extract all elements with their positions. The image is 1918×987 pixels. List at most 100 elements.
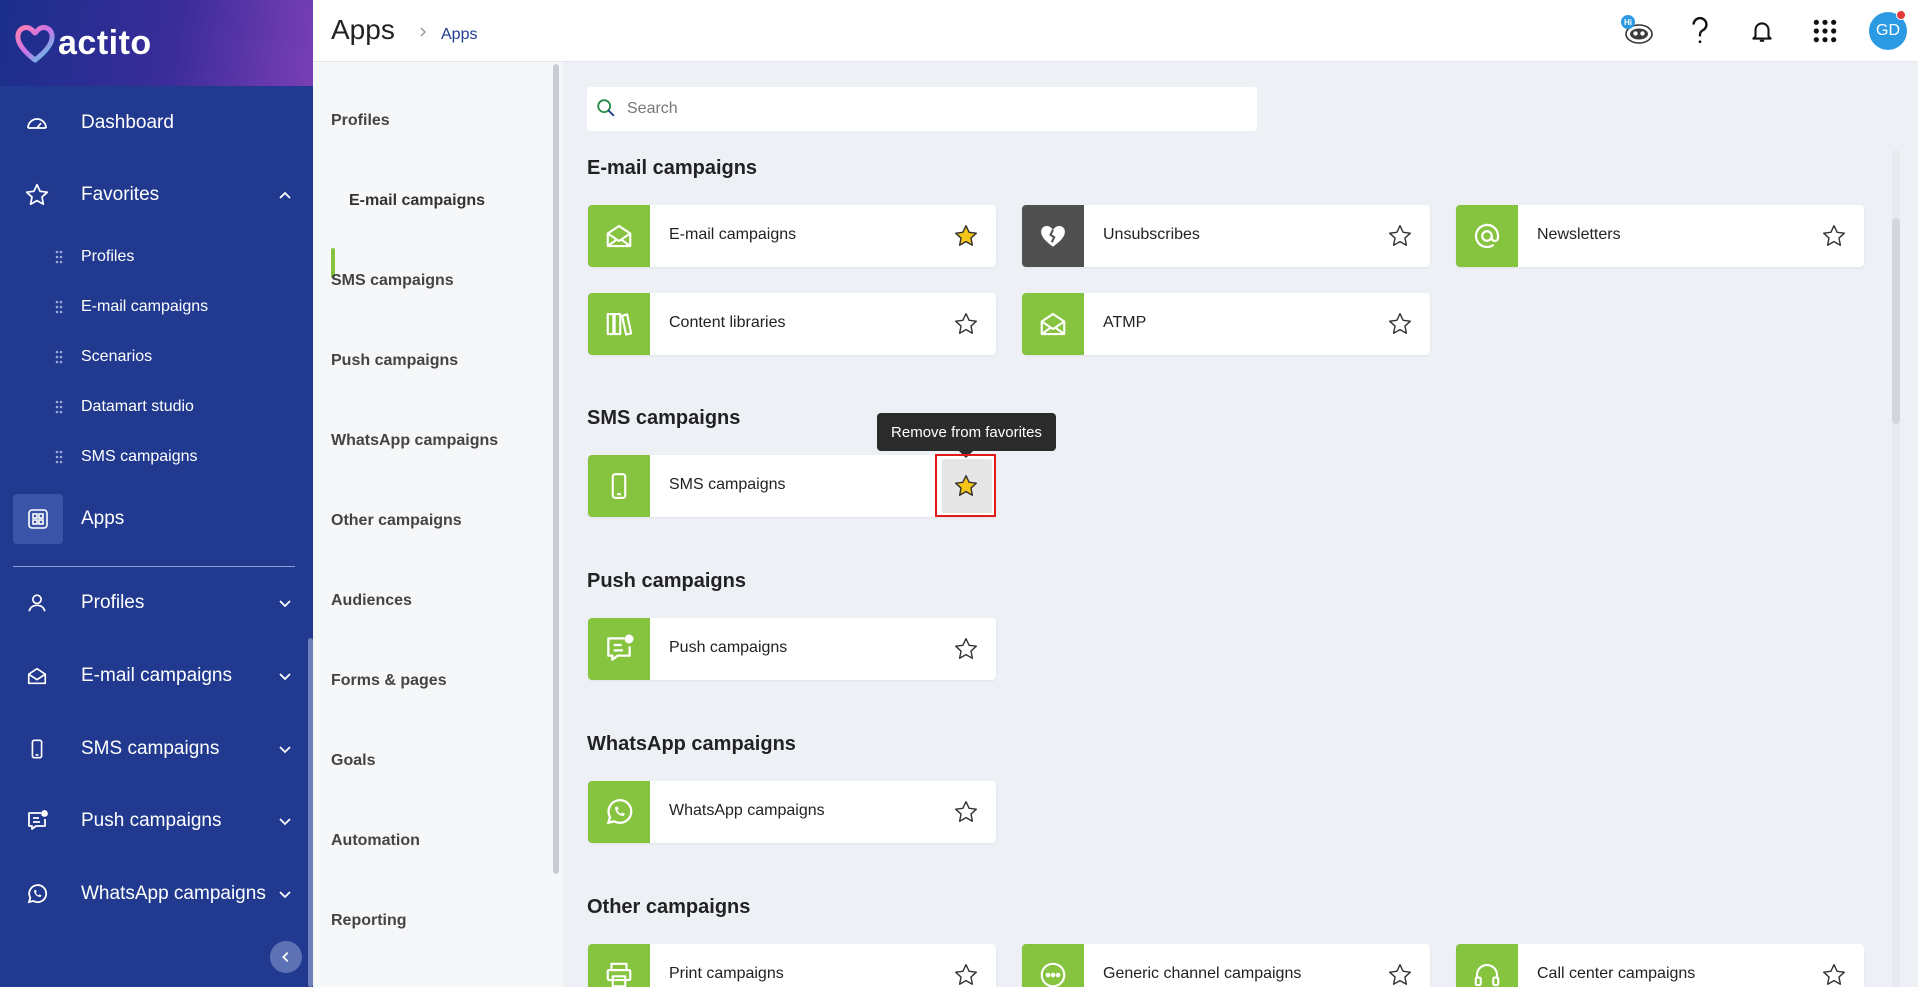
favorite-star-button[interactable]: [950, 308, 982, 340]
category-audiences[interactable]: Audiences: [331, 592, 412, 610]
drag-handle-icon[interactable]: [55, 400, 63, 414]
star-outline-icon: [1823, 225, 1845, 246]
category-scrollbar[interactable]: [553, 64, 559, 874]
chevron-up-icon[interactable]: [277, 187, 293, 203]
app-card-call-center-campaigns[interactable]: Call center campaigns: [1456, 944, 1864, 987]
printer-icon: [588, 944, 650, 987]
sidebar-item-label: Favorites: [81, 184, 160, 205]
sidebar-item-label: Push campaigns: [81, 810, 222, 831]
mobile-icon: [588, 455, 650, 517]
notifications-button[interactable]: [1743, 12, 1781, 50]
notification-dot: [1896, 10, 1906, 20]
app-card-push-campaigns[interactable]: Push campaigns: [588, 618, 996, 680]
drag-handle-icon[interactable]: [55, 450, 63, 464]
favorite-star-button[interactable]: [950, 796, 982, 828]
envelope-icon: [588, 205, 650, 267]
main-scrollbar-thumb[interactable]: [1892, 218, 1900, 424]
favorite-star-button[interactable]: [1384, 220, 1416, 252]
search-input[interactable]: [627, 87, 1247, 131]
sidebar-item-favorites[interactable]: Favorites: [0, 180, 313, 210]
chevron-down-icon[interactable]: [277, 741, 293, 757]
favorite-star-button[interactable]: [1384, 308, 1416, 340]
app-card-newsletters[interactable]: Newsletters: [1456, 205, 1864, 267]
star-outline-icon: [1389, 313, 1411, 334]
favorite-star-button[interactable]: [1818, 220, 1850, 252]
app-card-label: Call center campaigns: [1537, 965, 1696, 982]
star-outline-icon: [955, 313, 977, 334]
brand-name: actito: [58, 23, 152, 62]
drag-handle-icon[interactable]: [55, 300, 63, 314]
chevron-down-icon[interactable]: [277, 668, 293, 684]
category-forms-pages[interactable]: Forms & pages: [331, 672, 447, 690]
sidebar-item-sms-campaigns[interactable]: SMS campaigns: [0, 734, 313, 764]
favorite-item-profiles[interactable]: Profiles: [0, 242, 313, 272]
category-email-campaigns[interactable]: E-mail campaigns: [349, 192, 485, 210]
favorite-item-scenarios[interactable]: Scenarios: [0, 342, 313, 372]
app-card-label: Generic channel campaigns: [1103, 965, 1302, 982]
chevron-down-icon[interactable]: [277, 886, 293, 902]
sidebar-item-push-campaigns[interactable]: Push campaigns: [0, 806, 313, 836]
sidebar-divider: [13, 566, 295, 567]
favorite-item-sms-campaigns[interactable]: SMS campaigns: [0, 442, 313, 472]
at-sign-icon: [1456, 205, 1518, 267]
app-card-unsubscribes[interactable]: Unsubscribes: [1022, 205, 1430, 267]
section-title-email-campaigns: E-mail campaigns: [587, 157, 758, 179]
app-card-label: WhatsApp campaigns: [669, 802, 825, 819]
section-title-sms-campaigns: SMS campaigns: [587, 407, 741, 429]
app-card-label: SMS campaigns: [669, 476, 786, 493]
favorite-star-button[interactable]: [1818, 959, 1850, 987]
category-goals[interactable]: Goals: [331, 752, 375, 770]
help-button[interactable]: [1681, 12, 1719, 50]
sidebar-item-label: Apps: [81, 508, 125, 529]
favorite-star-button[interactable]: [950, 633, 982, 665]
category-profiles[interactable]: Profiles: [331, 112, 390, 130]
app-card-label: E-mail campaigns: [669, 226, 797, 243]
app-card-print-campaigns[interactable]: Print campaigns: [588, 944, 996, 987]
star-outline-icon: [955, 801, 977, 822]
app-card-email-campaigns[interactable]: E-mail campaigns: [588, 205, 996, 267]
sidebar-item-whatsapp-campaigns[interactable]: WhatsApp campaigns: [0, 879, 313, 909]
drag-handle-icon[interactable]: [55, 250, 63, 264]
app-card-generic-channel-campaigns[interactable]: Generic channel campaigns: [1022, 944, 1430, 987]
chevron-down-icon[interactable]: [277, 595, 293, 611]
search-box[interactable]: [587, 87, 1257, 131]
section-title-other-campaigns: Other campaigns: [587, 896, 751, 918]
sidebar-item-apps[interactable]: Apps: [0, 504, 313, 534]
whatsapp-icon: [24, 881, 50, 907]
favorite-star-button[interactable]: [1384, 959, 1416, 987]
sidebar-item-profiles[interactable]: Profiles: [0, 588, 313, 618]
sidebar-item-email-campaigns[interactable]: E-mail campaigns: [0, 661, 313, 691]
books-icon: [588, 293, 650, 355]
broken-heart-icon: [1022, 205, 1084, 267]
assistant-button[interactable]: Hi: [1618, 12, 1656, 50]
assistant-badge-text: Hi: [1624, 18, 1632, 27]
highlight-outline: [935, 454, 996, 517]
drag-handle-icon[interactable]: [55, 350, 63, 364]
app-launcher-button[interactable]: [1806, 12, 1844, 50]
category-whatsapp-campaigns[interactable]: WhatsApp campaigns: [331, 432, 498, 450]
category-other-campaigns[interactable]: Other campaigns: [331, 512, 462, 530]
favorite-star-button[interactable]: [950, 959, 982, 987]
favorite-star-button[interactable]: [950, 220, 982, 252]
category-panel: Profiles E-mail campaigns SMS campaigns …: [313, 62, 563, 987]
app-card-label: Print campaigns: [669, 965, 784, 982]
category-automation[interactable]: Automation: [331, 832, 420, 850]
breadcrumb-apps[interactable]: Apps: [441, 26, 477, 44]
favorite-item-datamart-studio[interactable]: Datamart studio: [0, 392, 313, 422]
chevron-down-icon[interactable]: [277, 813, 293, 829]
star-outline-icon: [1389, 964, 1411, 985]
app-card-whatsapp-campaigns[interactable]: WhatsApp campaigns: [588, 781, 996, 843]
favorite-item-email-campaigns[interactable]: E-mail campaigns: [0, 292, 313, 322]
star-outline-icon: [1823, 964, 1845, 985]
category-reporting[interactable]: Reporting: [331, 912, 407, 930]
collapse-sidebar-button[interactable]: [270, 941, 302, 973]
headset-icon: [1456, 944, 1518, 987]
category-sms-campaigns[interactable]: SMS campaigns: [331, 272, 454, 290]
chat-bubble-icon: [1022, 944, 1084, 987]
apps-content: E-mail campaigns E-mail campaigns Unsubs…: [563, 62, 1918, 987]
section-title-push-campaigns: Push campaigns: [587, 570, 746, 592]
sidebar-item-dashboard[interactable]: Dashboard: [0, 108, 313, 138]
category-push-campaigns[interactable]: Push campaigns: [331, 352, 458, 370]
app-card-content-libraries[interactable]: Content libraries: [588, 293, 996, 355]
app-card-atmp[interactable]: ATMP: [1022, 293, 1430, 355]
